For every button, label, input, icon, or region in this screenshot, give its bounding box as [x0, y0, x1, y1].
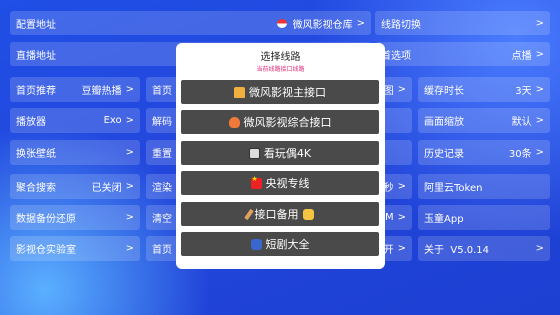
chevron-right-icon: >	[535, 115, 544, 126]
chevron-right-icon: >	[535, 17, 544, 29]
screen-zoom-label: 画面缩放	[424, 117, 464, 128]
chevron-right-icon: >	[535, 243, 544, 254]
chevron-right-icon: >	[397, 84, 406, 95]
flag-icon	[276, 18, 287, 28]
chevron-right-icon: >	[125, 84, 134, 95]
home-recommend-value: 豆瓣热播	[81, 86, 122, 97]
setting-label: 秒	[383, 183, 394, 194]
history-label: 历史记录	[424, 149, 464, 160]
render-label: 渲染	[152, 183, 172, 194]
config-address-tile[interactable]: 配置地址 微风影视仓库 >	[10, 11, 371, 35]
setting-label: 开	[383, 245, 394, 256]
route-option-combined[interactable]: 微风影视综合接口	[181, 110, 379, 134]
clear-label: 清空	[152, 214, 172, 225]
chevron-right-icon: >	[397, 212, 406, 223]
lab-tile[interactable]: 影视仓实验室 >	[10, 236, 140, 261]
route-option-label: 短剧大全	[265, 238, 310, 251]
reset-label: 重置	[152, 149, 172, 160]
wallpaper-tile[interactable]: 换张壁纸 >	[10, 140, 140, 165]
backup-restore-label: 数据备份还原	[16, 214, 76, 225]
dialog-title: 选择线路	[260, 52, 301, 63]
config-address-value: 微风影视仓库	[292, 19, 353, 31]
setting-label: 首页	[152, 86, 172, 97]
decode-label: 解码	[152, 117, 172, 128]
cache-duration-value: 3天	[515, 86, 532, 97]
setting-label: 图	[383, 86, 394, 97]
clapperboard-icon	[248, 147, 260, 159]
aliyun-token-label: 阿里云Token	[424, 183, 483, 194]
dialog-subtitle: 当前线路接口线路	[256, 66, 305, 73]
chevron-right-icon: >	[125, 115, 134, 126]
history-value: 30条	[508, 149, 532, 160]
chevron-right-icon: >	[125, 243, 134, 254]
chevron-right-icon: >	[125, 212, 134, 223]
chevron-right-icon: >	[356, 17, 365, 29]
chevron-right-icon: >	[397, 243, 406, 254]
route-option-label: 微风影视综合接口	[243, 116, 332, 129]
pencil-icon	[243, 208, 254, 220]
lab-label: 影视仓实验室	[16, 245, 76, 256]
chevron-right-icon: >	[535, 147, 544, 158]
bowl-icon	[228, 116, 240, 128]
homepage-choice-value: 点播	[511, 50, 532, 62]
aggregate-search-tile[interactable]: 聚合搜索 已关闭 >	[10, 174, 140, 199]
route-option-cctv[interactable]: 央视专线	[181, 171, 379, 195]
homepage-choice-label: 首选项	[381, 50, 411, 62]
chevron-right-icon: >	[397, 181, 406, 192]
aggregate-search-label: 聚合搜索	[16, 183, 56, 194]
aggregate-search-value: 已关闭	[91, 183, 122, 194]
config-address-label: 配置地址	[16, 19, 56, 31]
route-switch-tile[interactable]: 线路切换 >	[375, 11, 550, 35]
route-switch-label: 线路切换	[381, 19, 421, 31]
aliyun-token-tile[interactable]: 阿里云Token	[418, 174, 550, 199]
about-label: 关于	[424, 245, 444, 256]
ali-app-label: 玉童App	[424, 214, 464, 225]
player-tile[interactable]: 播放器 Exo >	[10, 108, 140, 133]
home-label: 首页	[152, 245, 172, 256]
route-option-backup[interactable]: 接口备用	[181, 202, 379, 226]
chevron-right-icon: >	[535, 84, 544, 95]
screen-zoom-tile[interactable]: 画面缩放 默认 >	[418, 108, 550, 133]
chevron-right-icon: >	[125, 147, 134, 158]
pointing-hand-icon	[302, 208, 314, 220]
history-tile[interactable]: 历史记录 30条 >	[418, 140, 550, 165]
ali-app-tile[interactable]: 玉童App	[418, 205, 550, 230]
home-recommend-label: 首页推荐	[16, 86, 56, 97]
player-value: Exo	[103, 115, 122, 126]
cache-duration-label: 缓存时长	[424, 86, 464, 97]
china-flag-icon	[250, 175, 262, 189]
cache-duration-tile[interactable]: 缓存时长 3天 >	[418, 77, 550, 102]
route-option-label: 看玩偶4K	[263, 147, 312, 160]
chevron-right-icon: >	[125, 181, 134, 192]
chevron-right-icon: >	[535, 48, 544, 60]
screen-zoom-value: 默认	[511, 117, 532, 128]
live-address-label: 直播地址	[16, 50, 56, 62]
version-label: V5.0.14	[450, 245, 490, 256]
route-option-label: 接口备用	[254, 208, 299, 221]
route-option-label: 微风影视主接口	[249, 86, 326, 99]
homepage-choice-tile[interactable]: 首选项 点播 >	[375, 42, 550, 66]
route-select-dialog: 选择线路 当前线路接口线路 微风影视主接口 微风影视综合接口 看玩偶4K 央视专…	[176, 43, 385, 269]
route-option-shortdrama[interactable]: 短剧大全	[181, 232, 379, 256]
player-label: 播放器	[16, 117, 46, 128]
route-option-label: 央视专线	[265, 177, 310, 190]
route-option-main[interactable]: 微风影视主接口	[181, 80, 379, 104]
about-tile[interactable]: 关于 V5.0.14 >	[418, 236, 550, 261]
house-icon	[234, 86, 245, 98]
route-option-wanou[interactable]: 看玩偶4K	[181, 141, 379, 165]
group-icon	[250, 238, 262, 250]
backup-restore-tile[interactable]: 数据备份还原 >	[10, 205, 140, 230]
wallpaper-label: 换张壁纸	[16, 149, 56, 160]
home-recommend-tile[interactable]: 首页推荐 豆瓣热播 >	[10, 77, 140, 102]
